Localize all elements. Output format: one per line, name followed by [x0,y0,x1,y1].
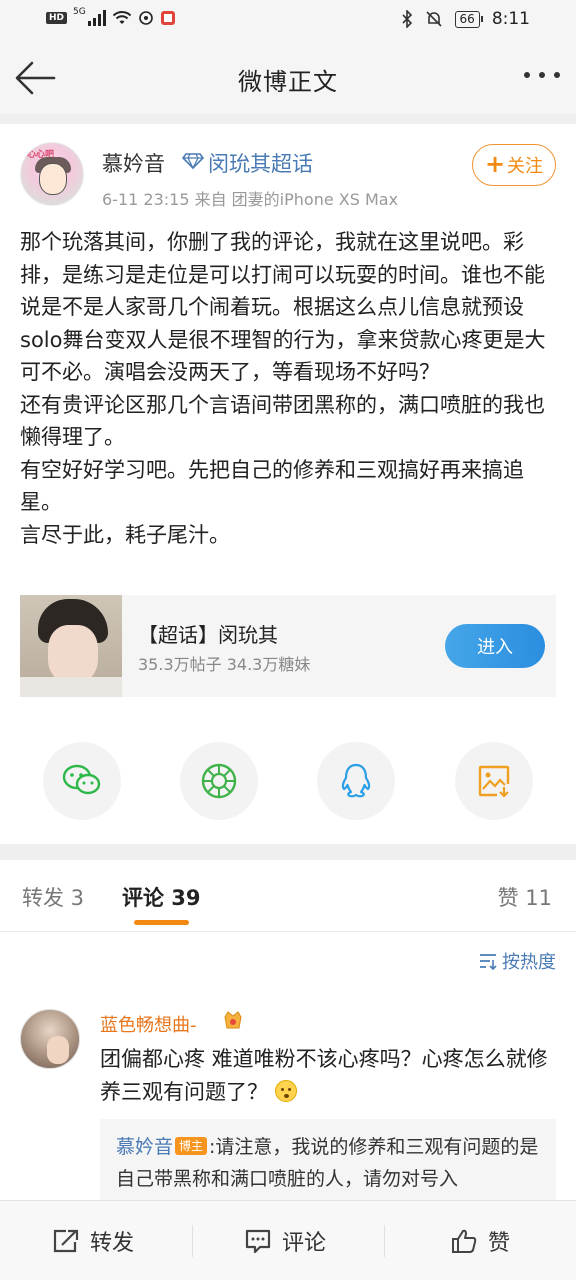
comment-text: 团偏都心疼 难道唯粉不该心疼吗？心疼怎么就修养三观有问题了？ [100,1043,550,1109]
bottom-action-bar: 转发 评论 赞 [0,1200,576,1280]
post-paragraph: 言尽于此，耗子尾汁。 [20,522,230,547]
clock: 8:11 [491,9,530,29]
post-meta: 6-11 23:15 来自 团妻的iPhone XS Max [102,190,399,209]
divider [192,1225,193,1257]
bluetooth-icon [401,10,412,28]
post-paragraph: 那个玧落其间，你删了我的评论，我就在这里说吧。彩排，是练习是走位是可以打闹可以玩… [20,230,546,384]
wechat-icon [62,764,101,795]
status-right: 66 8:11 [401,9,530,29]
weibo-post: 心心吧 慕妗音 闵玧其超话 6-11 23:15 来自 团妻的iPhone XS… [0,124,576,844]
app-header: 微博正文 [0,42,576,114]
signal-icon [87,10,106,26]
commenter-avatar[interactable] [20,1009,80,1069]
comment-body: 团偏都心疼 难道唯粉不该心疼吗？心疼怎么就修养三观有问题了？ [100,1047,548,1104]
post-body: 那个玧落其间，你删了我的评论，我就在这里说吧。彩排，是练习是走位是可以打闹可以玩… [20,226,560,551]
sort-label: 按热度 [502,952,556,973]
tab-likes[interactable]: 赞 11 [498,882,552,912]
share-wechat-button[interactable] [43,742,121,820]
weibo-notify-icon [138,11,153,25]
hd-badge: HD [46,12,68,24]
comment-item: 蓝色畅想曲- 团偏都心疼 难道唯粉不该心疼吗？心疼怎么就修养三观有问题了？ 慕妗… [0,1005,576,1209]
share-row [0,742,576,820]
share-moments-button[interactable] [180,742,258,820]
post-paragraph: 有空好好学习吧。先把自己的修养和三观搞好再来搞追星。 [20,457,524,515]
diamond-icon [182,153,204,170]
status-left: HD 5G [46,7,176,26]
follow-label: 关注 [507,156,544,177]
repost-icon [53,1229,79,1253]
repost-label: 转发 [90,1231,135,1256]
comment-button[interactable]: 评论 [244,1201,326,1280]
card-title: 【超话】闵玧其 [138,623,278,647]
moments-icon [201,763,237,799]
share-qq-button[interactable] [317,742,395,820]
follow-button[interactable]: + 关注 [472,144,556,186]
battery-icon: 66 [454,10,484,28]
mute-bell-icon [425,11,442,27]
qq-icon [341,763,371,798]
enter-button[interactable]: 进入 [445,624,545,668]
post-paragraph: 还有贵评论区那几个言语间带团黑称的，满口喷脏的我也懒得理了。 [20,392,545,450]
plus-icon: + [484,150,506,178]
like-label: 赞 [488,1231,511,1256]
status-bar: HD 5G 66 8:11 [0,0,576,42]
repost-button[interactable]: 转发 [52,1201,134,1280]
comment-icon [245,1229,271,1254]
more-options-icon[interactable] [524,72,560,78]
commenter-name[interactable]: 蓝色畅想曲- [100,1011,197,1037]
reply-author[interactable]: 慕妗音 [116,1136,173,1158]
topic-thumbnail [20,595,122,697]
sort-by-hot-button[interactable]: 按热度 [478,948,556,974]
save-image-button[interactable] [455,742,533,820]
author-avatar[interactable]: 心心吧 [20,142,84,206]
comment-label: 评论 [282,1231,327,1256]
author-badge: 博主 [175,1137,208,1155]
interaction-tabs: 转发 3 评论 39 赞 11 [0,860,576,932]
super-topic-card[interactable]: 【超话】闵玧其 35.3万帖子 34.3万糖妹 进入 [20,595,556,697]
author-name[interactable]: 慕妗音 [102,148,165,178]
thumbs-up-icon [452,1229,477,1253]
section-divider [0,844,576,860]
tab-comments[interactable]: 评论 39 [122,882,201,912]
like-button[interactable]: 赞 [450,1201,510,1280]
page-title: 微博正文 [238,68,338,96]
thinking-emoji-icon [274,1080,297,1102]
divider [384,1225,385,1257]
card-stats: 35.3万帖子 34.3万糖妹 [138,655,311,674]
network-label: 5G [73,7,86,17]
app-notify-icon [160,11,175,25]
sort-icon [480,954,497,970]
super-topic-link[interactable]: 闵玧其超话 [208,148,313,178]
author-reply[interactable]: 慕妗音 博主:请注意，我说的修养和三观有问题的是自己带黑称和满口喷脏的人，请勿对号… [100,1119,556,1209]
active-tab-indicator [134,920,189,925]
fan-badge-icon [224,1011,242,1029]
section-divider [0,114,576,124]
tab-repost[interactable]: 转发 3 [22,882,84,912]
wifi-icon [112,11,131,24]
save-image-icon [478,765,510,798]
